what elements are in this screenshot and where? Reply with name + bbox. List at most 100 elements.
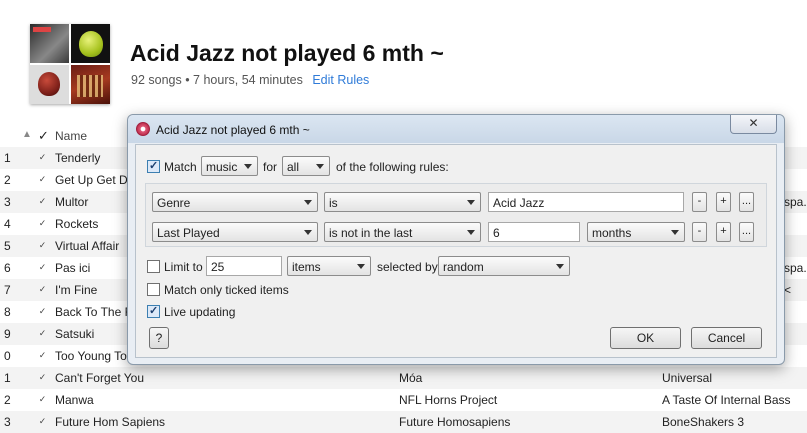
match-kind-select[interactable]: music <box>201 156 258 176</box>
nested-rule-button[interactable]: ... <box>739 222 754 242</box>
row-check-icon[interactable]: ✓ <box>38 417 47 426</box>
rule-value-input[interactable]: Acid Jazz <box>488 192 684 212</box>
match-label: Match <box>164 160 197 174</box>
row-check-icon[interactable]: ✓ <box>38 241 47 250</box>
row-number: 3 <box>4 195 11 209</box>
row-number: 2 <box>4 393 11 407</box>
row-check-icon[interactable]: ✓ <box>38 395 47 404</box>
row-number: 6 <box>4 261 11 275</box>
album-art-red-apple <box>30 65 69 104</box>
row-number: 1 <box>4 151 11 165</box>
chevron-down-icon <box>671 230 679 235</box>
row-check-icon[interactable]: ✓ <box>38 175 47 184</box>
limit-value-text: 25 <box>211 260 225 274</box>
row-check-icon[interactable]: ✓ <box>38 329 47 338</box>
song-artist: NFL Horns Project <box>399 393 498 407</box>
column-header-name[interactable]: Name <box>55 129 87 143</box>
chevron-down-icon <box>467 200 475 205</box>
match-scope-select[interactable]: all <box>282 156 330 176</box>
table-row[interactable]: 1 ✓ Can't Forget You Móa Universal <box>0 367 807 389</box>
dialog-body: Match music for all of the following rul… <box>135 144 777 358</box>
limit-value-input[interactable]: 25 <box>206 256 282 276</box>
remove-rule-button[interactable]: - <box>692 192 707 212</box>
chevron-down-icon <box>556 264 564 269</box>
song-name: Pas ici <box>55 261 91 275</box>
song-name: Tenderly <box>55 151 101 165</box>
playlist-summary: 92 songs • 7 hours, 54 minutes <box>131 73 303 87</box>
nested-rule-button[interactable]: ... <box>739 192 754 212</box>
edit-rules-link[interactable]: Edit Rules <box>312 73 369 87</box>
add-rule-button[interactable]: + <box>716 222 731 242</box>
selected-by-value: random <box>443 260 484 274</box>
row-check-icon[interactable]: ✓ <box>38 285 47 294</box>
remove-rule-button[interactable]: - <box>692 222 707 242</box>
match-checkbox[interactable] <box>147 159 160 173</box>
row-check-icon[interactable]: ✓ <box>38 219 47 228</box>
row-check-icon[interactable]: ✓ <box>38 153 47 162</box>
song-name: Rockets <box>55 217 99 231</box>
row-check-icon[interactable]: ✓ <box>38 307 47 316</box>
rule-operator-select[interactable]: is not in the last <box>324 222 481 242</box>
limit-unit-select[interactable]: items <box>287 256 371 276</box>
song-name: Back To The F <box>55 305 132 319</box>
chevron-down-icon <box>467 230 475 235</box>
table-row[interactable]: 2 ✓ Manwa NFL Horns Project A Taste Of Inter… <box>0 389 807 411</box>
itunes-icon <box>136 122 150 136</box>
row-number: 4 <box>4 217 11 231</box>
rule-field-value: Last Played <box>157 226 220 240</box>
row-check-icon[interactable]: ✓ <box>38 373 47 382</box>
cancel-button[interactable]: Cancel <box>691 327 762 349</box>
song-extra: < <box>784 283 792 297</box>
column-header-check[interactable]: ✓ <box>38 128 49 144</box>
rule-field-select[interactable]: Genre <box>152 192 318 212</box>
limit-checkbox[interactable] <box>147 260 160 273</box>
rule-value-input[interactable]: 6 <box>488 222 580 242</box>
match-kind-value: music <box>206 160 238 174</box>
rule-value-text: 6 <box>493 226 500 240</box>
row-check-icon[interactable]: ✓ <box>38 351 47 360</box>
rule-field-value: Genre <box>157 196 191 210</box>
rule-value-text: Acid Jazz <box>493 196 545 210</box>
smart-playlist-dialog: Acid Jazz not played 6 mth ~ ✕ Match mus… <box>127 114 785 365</box>
close-button[interactable]: ✕ <box>730 115 777 134</box>
sort-arrow-icon[interactable]: ▲ <box>22 129 32 140</box>
live-updating-label: Live updating <box>164 305 236 319</box>
ok-button[interactable]: OK <box>610 327 681 349</box>
song-album: A Taste Of Internal Bass <box>662 393 791 407</box>
song-name: Multor <box>55 195 89 209</box>
song-name: Manwa <box>55 393 94 407</box>
song-album: Universal <box>662 371 713 385</box>
playlist-title: Acid Jazz not played 6 mth ~ <box>130 40 444 66</box>
row-number: 0 <box>4 349 11 363</box>
selected-by-label: selected by <box>377 260 438 274</box>
match-scope-value: all <box>287 160 300 174</box>
row-number: 7 <box>4 283 11 297</box>
song-album: BoneShakers 3 <box>662 415 745 429</box>
rule-field-select[interactable]: Last Played <box>152 222 318 242</box>
add-rule-button[interactable]: + <box>716 192 731 212</box>
dialog-titlebar[interactable]: Acid Jazz not played 6 mth ~ ✕ <box>128 115 784 143</box>
row-number: 8 <box>4 305 11 319</box>
following-rules-label: of the following rules: <box>336 160 449 174</box>
album-art-1 <box>30 24 69 63</box>
rule-unit-value: months <box>592 226 632 240</box>
rule-operator-value: is <box>329 196 338 210</box>
song-artist: Future Homosapiens <box>399 415 511 429</box>
song-extra: spa. <box>784 261 807 275</box>
limit-unit-value: items <box>292 260 321 274</box>
rule-operator-select[interactable]: is <box>324 192 481 212</box>
album-art-4 <box>71 65 110 104</box>
help-button[interactable]: ? <box>149 327 169 349</box>
live-updating-checkbox[interactable] <box>147 304 160 318</box>
row-number: 5 <box>4 239 11 253</box>
chevron-down-icon <box>357 264 365 269</box>
row-check-icon[interactable]: ✓ <box>38 197 47 206</box>
rule-unit-select[interactable]: months <box>587 222 685 242</box>
rule-operator-value: is not in the last <box>329 226 413 240</box>
song-artist: Móa <box>399 371 423 385</box>
row-number: 3 <box>4 415 11 429</box>
match-ticked-checkbox[interactable] <box>147 283 160 296</box>
selected-by-select[interactable]: random <box>438 256 570 276</box>
row-check-icon[interactable]: ✓ <box>38 263 47 272</box>
song-name: Satsuki <box>55 327 95 341</box>
